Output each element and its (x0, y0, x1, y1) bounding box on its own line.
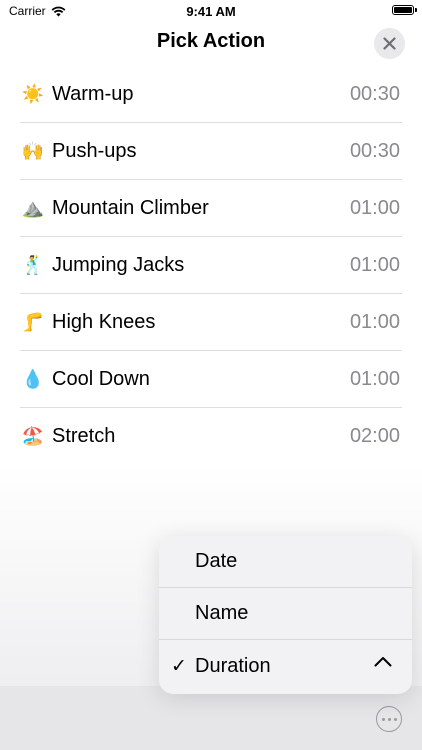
close-button[interactable] (374, 28, 405, 59)
leg-icon: 🦵 (21, 311, 45, 332)
action-name: Mountain Climber (52, 196, 209, 219)
checkmark-icon: ✓ (171, 655, 187, 677)
page-title: Pick Action (156, 30, 266, 52)
action-duration: 00:30 (349, 139, 400, 162)
raised-hands-icon: 🙌 (21, 140, 45, 161)
action-duration: 01:00 (349, 196, 400, 219)
action-duration: 01:00 (349, 253, 400, 276)
sort-option-label: Date (195, 550, 238, 572)
action-duration: 02:00 (349, 424, 400, 447)
action-list: ☀️ Warm-up 00:30 🙌 Push-ups 00:30 ⛰️ Mou… (20, 66, 402, 465)
mountain-icon: ⛰️ (21, 197, 45, 218)
bottom-toolbar (0, 686, 422, 750)
action-name: High Knees (52, 310, 156, 333)
sort-option-duration[interactable]: ✓ Duration (159, 640, 412, 692)
sort-option-date[interactable]: Date (159, 536, 412, 588)
status-bar: Carrier 9:41 AM (0, 0, 422, 24)
clock: 9:41 AM (186, 4, 236, 19)
beach-icon: 🏖️ (21, 425, 45, 446)
action-duration: 01:00 (349, 367, 400, 390)
action-name: Push-ups (52, 139, 137, 162)
list-item[interactable]: ☀️ Warm-up 00:30 (20, 66, 402, 123)
list-item[interactable]: 🦵 High Knees 01:00 (20, 294, 402, 351)
more-button[interactable] (376, 706, 402, 732)
chevron-up-icon (374, 657, 392, 667)
sun-icon: ☀️ (21, 83, 45, 104)
sort-menu: Date Name ✓ Duration (159, 536, 412, 694)
action-name: Jumping Jacks (52, 253, 185, 276)
action-duration: 01:00 (349, 310, 400, 333)
list-item[interactable]: 🏖️ Stretch 02:00 (20, 408, 402, 465)
sort-option-name[interactable]: Name (159, 588, 412, 640)
close-icon (383, 37, 396, 50)
sort-option-label: Duration (195, 654, 271, 677)
action-name: Stretch (52, 424, 116, 447)
sort-option-label: Name (195, 602, 249, 624)
more-icon (381, 717, 385, 721)
more-icon-dot (387, 717, 391, 721)
action-name: Cool Down (52, 367, 150, 390)
droplet-icon: 💧 (21, 368, 45, 389)
action-name: Warm-up (52, 82, 134, 105)
action-duration: 00:30 (349, 82, 400, 105)
list-item[interactable]: 🙌 Push-ups 00:30 (20, 123, 402, 180)
more-icon-dot (393, 717, 397, 721)
list-item[interactable]: 💧 Cool Down 01:00 (20, 351, 402, 408)
battery-icon (392, 5, 417, 15)
list-item[interactable]: 🕺 Jumping Jacks 01:00 (20, 237, 402, 294)
dancer-icon: 🕺 (21, 254, 45, 275)
list-item[interactable]: ⛰️ Mountain Climber 01:00 (20, 180, 402, 237)
